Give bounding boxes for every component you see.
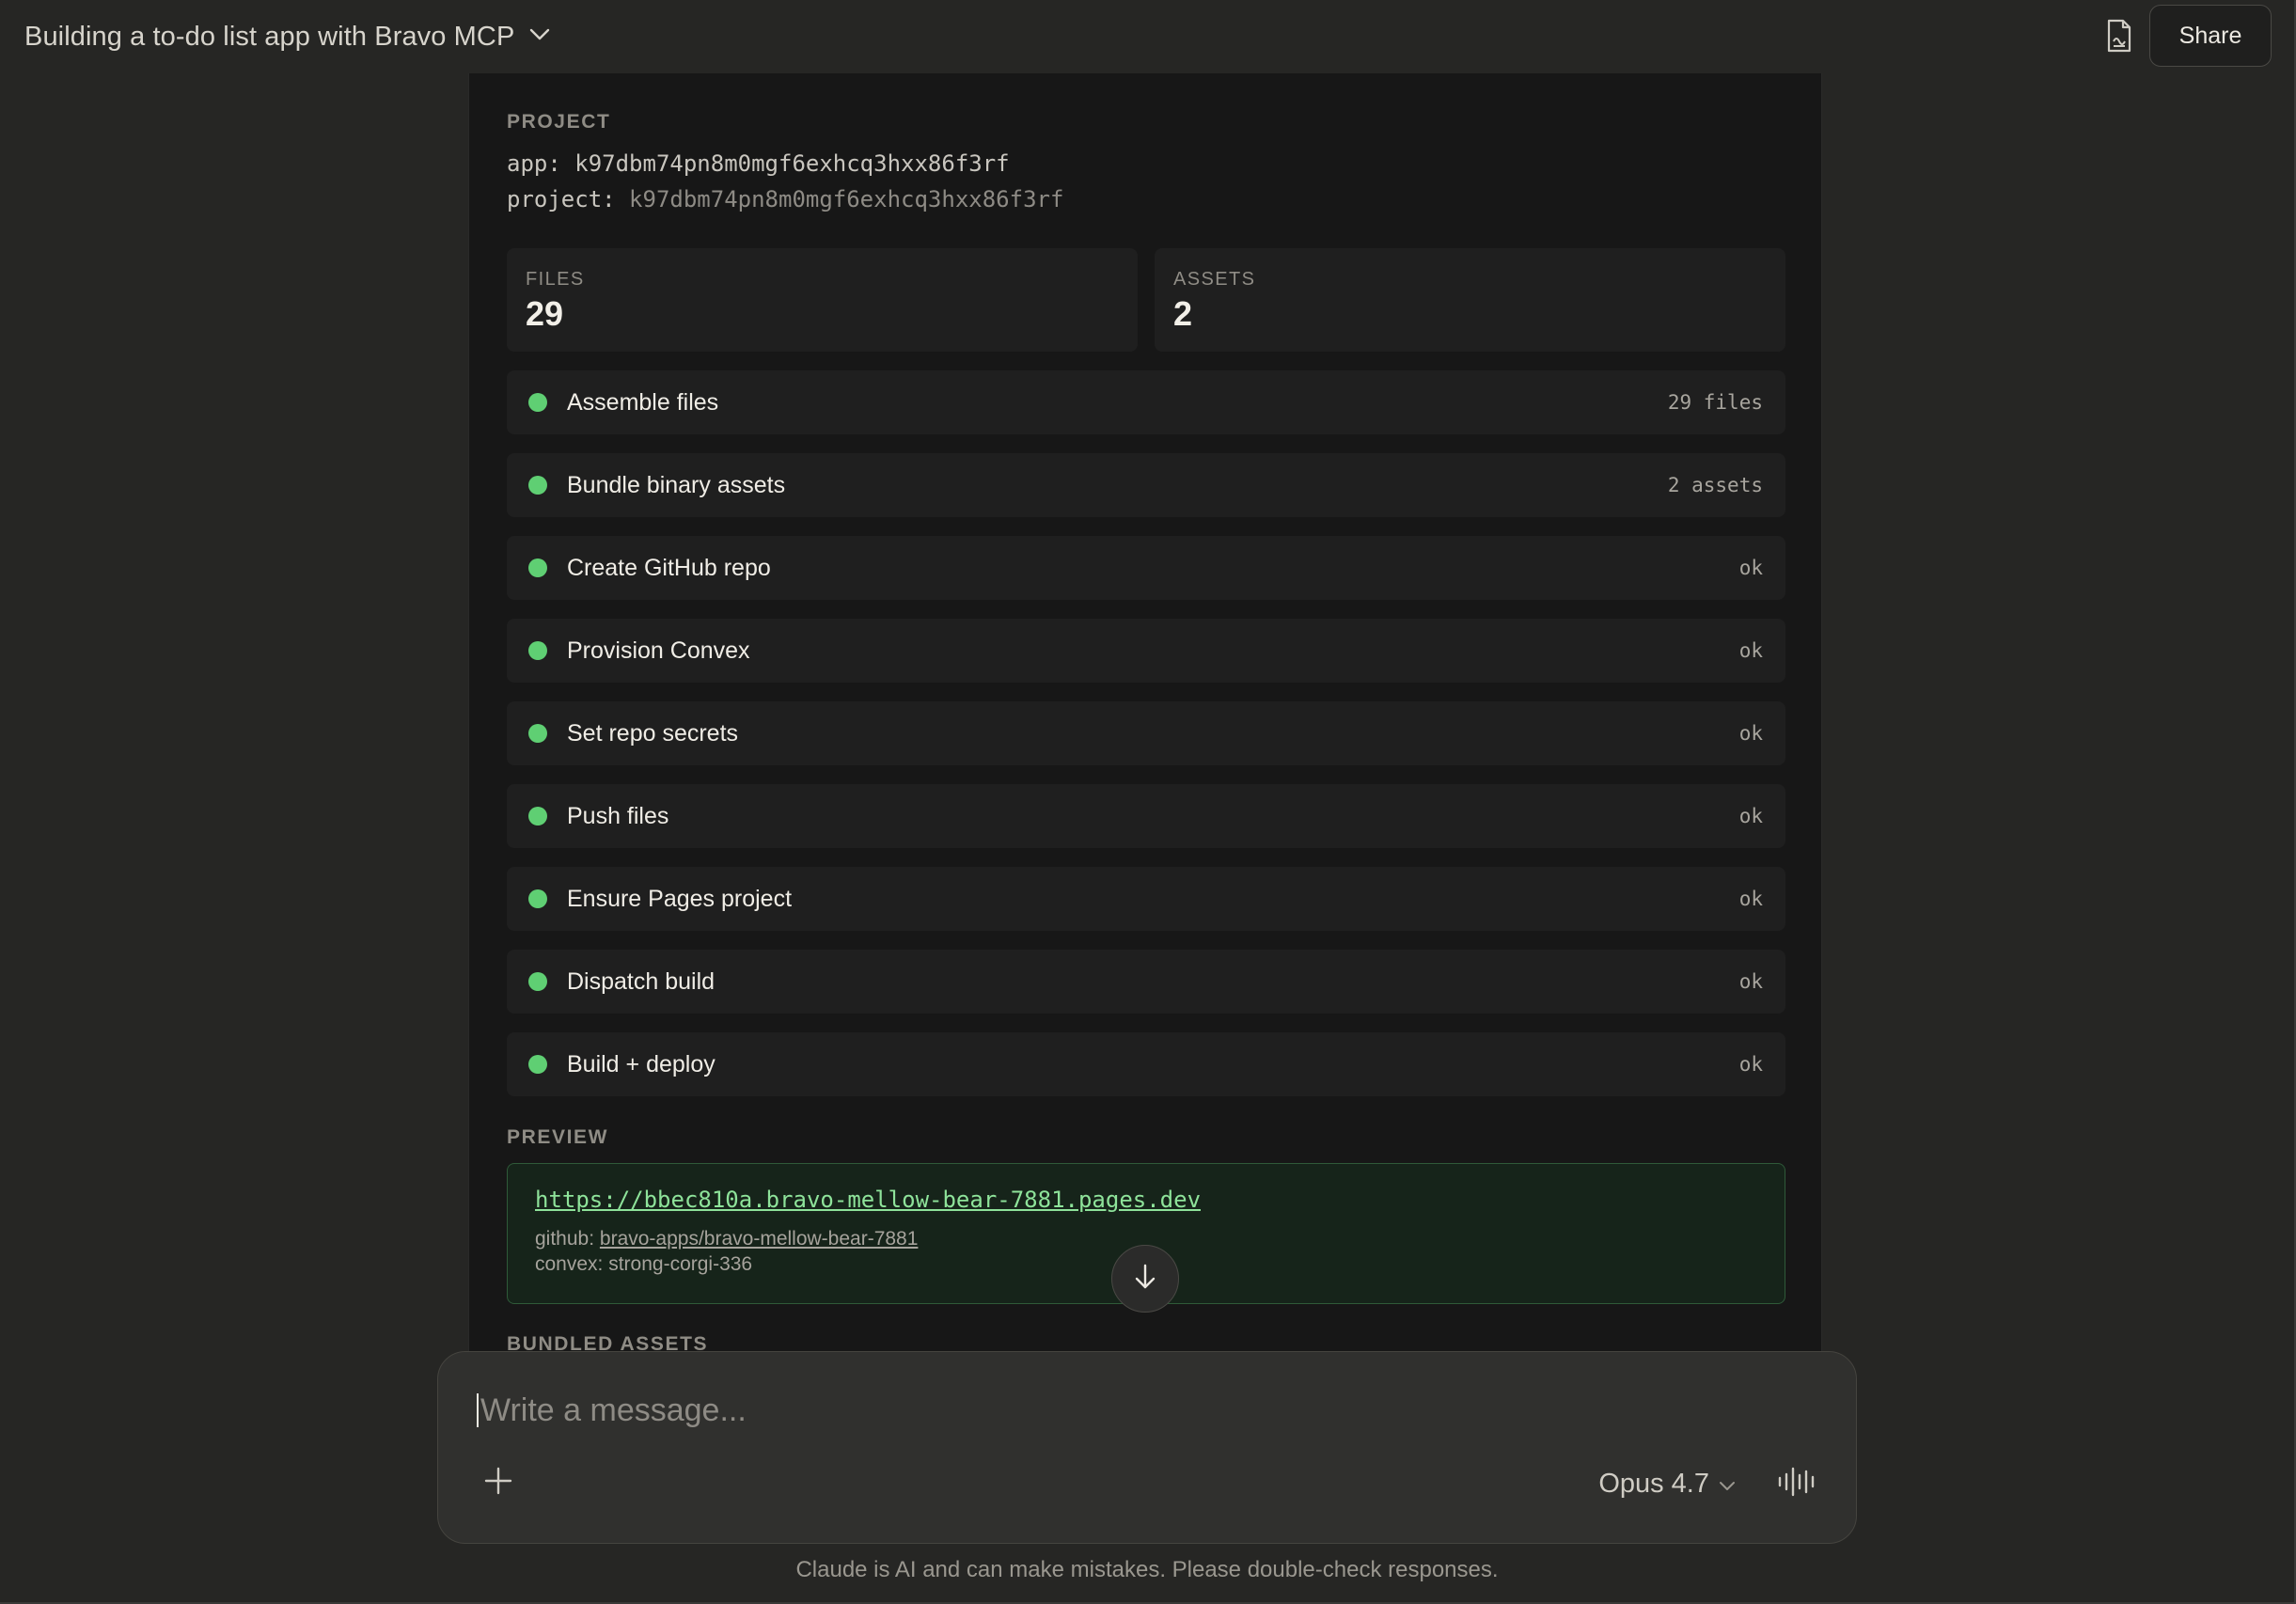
status-ok-icon [528,641,547,660]
status-ok-icon [528,1055,547,1074]
voice-mode-button[interactable] [1775,1463,1820,1504]
waveform-icon [1777,1467,1818,1502]
step-status: 2 assets [1667,474,1763,496]
step-label: Bundle binary assets [567,471,786,498]
files-stat: FILES 29 [507,248,1138,352]
project-id-key: project: [507,186,616,212]
step-label: Ensure Pages project [567,885,793,912]
step-status: ok [1738,722,1763,745]
step-status: ok [1738,888,1763,910]
assets-stat: ASSETS 2 [1155,248,1785,352]
arrow-down-icon [1133,1263,1157,1296]
add-attachment-button[interactable] [478,1462,519,1503]
status-ok-icon [528,393,547,412]
step-label: Set repo secrets [567,719,739,747]
step-label: Assemble files [567,388,719,416]
project-section-label: PROJECT [507,111,611,133]
plus-icon [484,1467,512,1500]
disclaimer-text: Claude is AI and can make mistakes. Plea… [795,1557,1499,1582]
artifact-document-button[interactable] [2099,17,2140,58]
app-id-key: app: [507,150,561,177]
deploy-artifact-card: PROJECT app: k97dbm74pn8m0mgf6exhcq3hxx8… [468,73,1822,1355]
preview-url-link[interactable]: https://bbec810a.bravo-mellow-bear-7881.… [535,1187,1757,1213]
app-id-line: app: k97dbm74pn8m0mgf6exhcq3hxx86f3rf [507,150,1010,177]
assets-stat-value: 2 [1173,294,1193,333]
status-ok-icon [528,889,547,908]
github-key: github: [535,1228,595,1250]
step-label: Push files [567,802,669,829]
step-status: 29 files [1667,391,1763,414]
step-row: Push files ok [507,784,1785,848]
step-row: Provision Convex ok [507,619,1785,683]
assets-stat-label: ASSETS [1173,269,1256,290]
github-repo-link[interactable]: bravo-apps/bravo-mellow-bear-7881 [600,1228,919,1250]
message-input[interactable] [479,1388,1795,1433]
chevron-down-icon [1719,1469,1736,1500]
status-ok-icon [528,476,547,495]
status-ok-icon [528,972,547,991]
project-id-value: k97dbm74pn8m0mgf6exhcq3hxx86f3rf [629,186,1064,212]
chat-title-menu[interactable]: Building a to-do list app with Bravo MCP [24,17,550,56]
step-status: ok [1738,557,1763,579]
share-button[interactable]: Share [2149,5,2272,67]
scroll-to-bottom-button[interactable] [1111,1245,1179,1313]
app-window: Building a to-do list app with Bravo MCP… [0,0,2296,1604]
files-stat-label: FILES [526,269,585,290]
message-composer: Opus 4.7 [437,1351,1857,1544]
step-row: Dispatch build ok [507,950,1785,1014]
step-row: Build + deploy ok [507,1032,1785,1096]
project-id-line: project: k97dbm74pn8m0mgf6exhcq3hxx86f3r… [507,186,1063,212]
status-ok-icon [528,558,547,577]
step-label: Provision Convex [567,637,750,664]
files-stat-value: 29 [526,294,564,333]
step-row: Assemble files 29 files [507,370,1785,434]
step-status: ok [1738,639,1763,662]
step-label: Build + deploy [567,1050,716,1077]
status-ok-icon [528,807,547,826]
step-label: Create GitHub repo [567,554,771,581]
chevron-down-icon[interactable] [529,28,550,46]
app-id-value: k97dbm74pn8m0mgf6exhcq3hxx86f3rf [574,150,1010,177]
step-status: ok [1738,805,1763,827]
step-row: Ensure Pages project ok [507,867,1785,931]
step-label: Dispatch build [567,967,716,995]
step-row: Bundle binary assets 2 assets [507,453,1785,517]
deploy-steps-list: Assemble files 29 files Bundle binary as… [507,370,1785,1115]
step-status: ok [1738,970,1763,993]
status-ok-icon [528,724,547,743]
document-icon [2106,19,2132,57]
step-status: ok [1738,1053,1763,1076]
step-row: Create GitHub repo ok [507,536,1785,600]
model-label: Opus 4.7 [1598,1468,1709,1499]
step-row: Set repo secrets ok [507,701,1785,765]
chat-title[interactable]: Building a to-do list app with Bravo MCP [24,22,514,53]
top-bar: Building a to-do list app with Bravo MCP… [0,0,2294,73]
model-selector[interactable]: Opus 4.7 [1598,1463,1736,1504]
preview-section-label: PREVIEW [507,1126,609,1148]
